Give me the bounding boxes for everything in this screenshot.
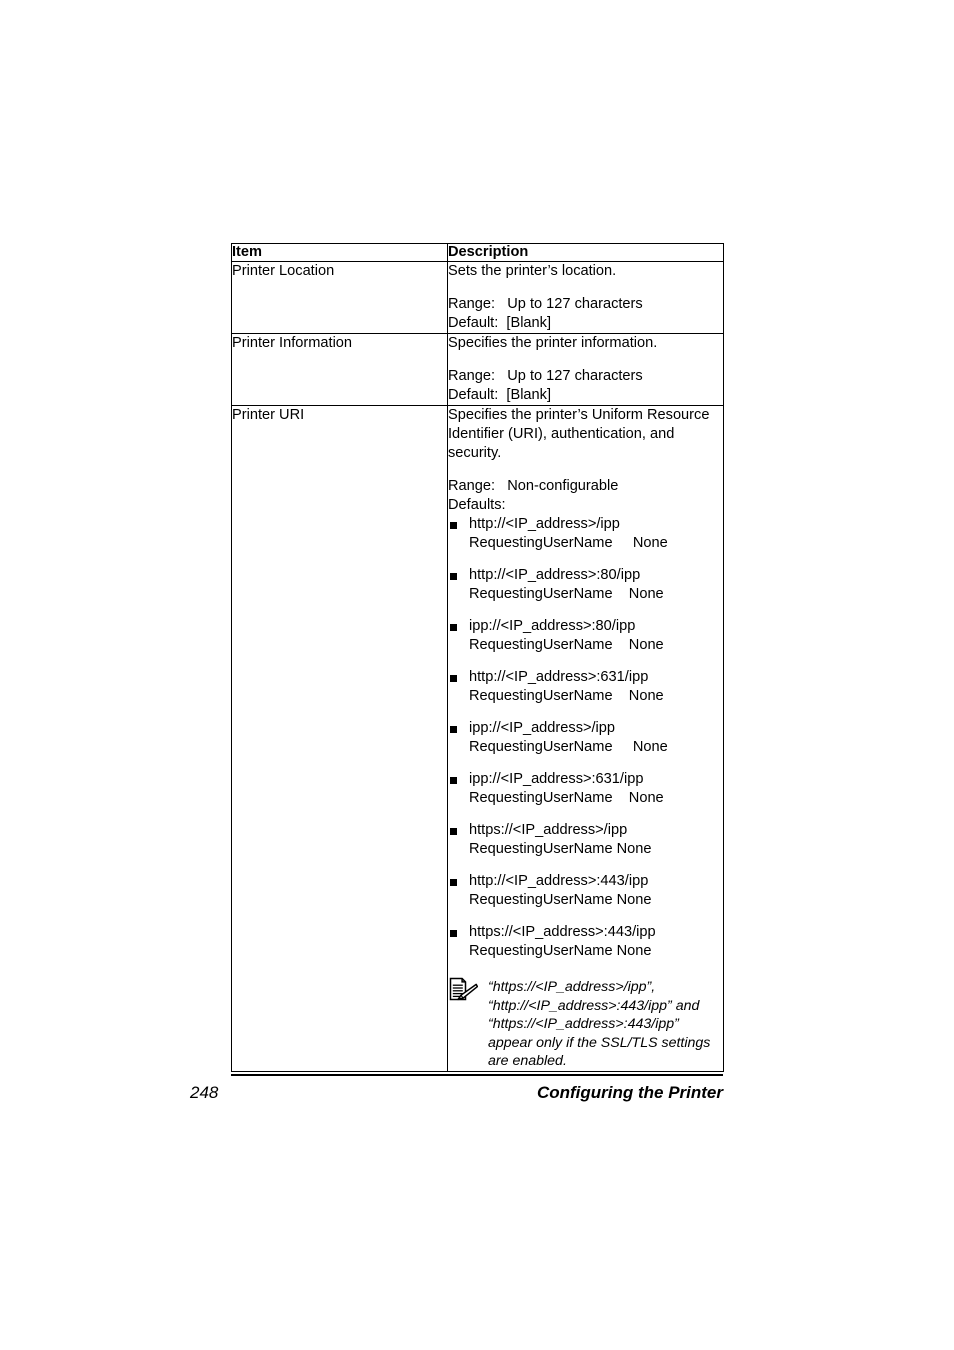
page-number: 248	[190, 1083, 219, 1102]
item-name: Printer Information	[231, 333, 448, 406]
note-text: “https://<IP_address>/ipp”, “http://<IP_…	[488, 979, 711, 1070]
square-bullet-icon	[450, 777, 457, 784]
list-item: ipp://<IP_address>/ipp RequestingUserNam…	[448, 719, 723, 757]
table-row: Printer Location Sets the printer’s loca…	[231, 261, 724, 334]
document-page: Item Description Printer Location Sets t…	[0, 0, 954, 1350]
auth-value: RequestingUserName None	[469, 841, 652, 857]
item-description: Specifies the printer information. Range…	[447, 333, 724, 406]
uri-value: http://<IP_address>:443/ipp	[469, 873, 649, 889]
column-header-description: Description	[447, 243, 724, 262]
range-label: Range:	[448, 368, 496, 384]
item-name: Printer URI	[231, 405, 448, 1072]
square-bullet-icon	[450, 930, 457, 937]
square-bullet-icon	[450, 879, 457, 886]
range-default-block: Range: Non-configurable Defaults:	[448, 477, 723, 515]
item-description: Specifies the printer’s Uniform Resource…	[447, 405, 724, 1072]
range-label: Range:	[448, 296, 496, 312]
list-item: http://<IP_address>:443/ipp RequestingUs…	[448, 872, 723, 910]
range-default-block: Range: Up to 127 characters Default: [Bl…	[448, 295, 723, 333]
uri-value: ipp://<IP_address>/ipp	[469, 720, 616, 736]
auth-value: RequestingUserName None	[469, 943, 652, 959]
auth-value: RequestingUserName None	[469, 739, 668, 755]
default-label: Default:	[448, 315, 499, 331]
description-lead: Specifies the printer’s Uniform Resource…	[448, 407, 710, 461]
column-header-item: Item	[231, 243, 448, 262]
default-line: Default: [Blank]	[448, 386, 723, 405]
printer-settings-table: Item Description Printer Location Sets t…	[231, 243, 724, 1072]
square-bullet-icon	[450, 828, 457, 835]
table-row: Printer Information Specifies the printe…	[231, 333, 724, 406]
uri-value: ipp://<IP_address>:631/ipp	[469, 771, 644, 787]
default-label: Default:	[448, 387, 499, 403]
range-label: Range:	[448, 478, 496, 494]
range-line: Range: Up to 127 characters	[448, 295, 723, 314]
uri-defaults-list: http://<IP_address>/ipp RequestingUserNa…	[448, 515, 723, 961]
square-bullet-icon	[450, 624, 457, 631]
uri-value: ipp://<IP_address>:80/ipp	[469, 618, 636, 634]
description-lead: Sets the printer’s location.	[448, 263, 617, 279]
auth-value: RequestingUserName None	[469, 586, 664, 602]
list-item: http://<IP_address>:80/ipp RequestingUse…	[448, 566, 723, 604]
range-default-block: Range: Up to 127 characters Default: [Bl…	[448, 367, 723, 405]
default-value: [Blank]	[506, 315, 552, 331]
auth-value: RequestingUserName None	[469, 637, 664, 653]
note-document-pencil-icon	[448, 977, 479, 1003]
default-line: Default: [Blank]	[448, 314, 723, 333]
list-item: https://<IP_address>/ipp RequestingUserN…	[448, 821, 723, 859]
uri-value: https://<IP_address>/ipp	[469, 822, 628, 838]
square-bullet-icon	[450, 675, 457, 682]
square-bullet-icon	[450, 522, 457, 529]
footer-section-title: Configuring the Printer	[536, 1083, 723, 1102]
auth-value: RequestingUserName None	[469, 535, 668, 551]
uri-value: http://<IP_address>/ipp	[469, 516, 620, 532]
square-bullet-icon	[450, 573, 457, 580]
description-lead: Specifies the printer information.	[448, 335, 658, 351]
auth-value: RequestingUserName None	[469, 790, 664, 806]
uri-value: https://<IP_address>:443/ipp	[469, 924, 656, 940]
range-line: Range: Non-configurable	[448, 477, 723, 496]
item-description: Sets the printer’s location. Range: Up t…	[447, 261, 724, 334]
list-item: https://<IP_address>:443/ipp RequestingU…	[448, 923, 723, 961]
range-value: Up to 127 characters	[507, 296, 643, 312]
auth-value: RequestingUserName None	[469, 892, 652, 908]
range-value: Up to 127 characters	[507, 368, 643, 384]
list-item: http://<IP_address>:631/ipp RequestingUs…	[448, 668, 723, 706]
note-callout: “https://<IP_address>/ipp”, “http://<IP_…	[448, 977, 723, 1071]
list-item: ipp://<IP_address>:631/ipp RequestingUse…	[448, 770, 723, 808]
default-value: [Blank]	[506, 387, 552, 403]
page-footer: 248 Configuring the Printer	[190, 1083, 723, 1103]
list-item: ipp://<IP_address>:80/ipp RequestingUser…	[448, 617, 723, 655]
auth-value: RequestingUserName None	[469, 688, 664, 704]
table-header-row: Item Description	[231, 243, 724, 262]
uri-value: http://<IP_address>:80/ipp	[469, 567, 641, 583]
footer-divider	[231, 1074, 723, 1076]
range-line: Range: Up to 127 characters	[448, 367, 723, 386]
defaults-label: Defaults:	[448, 497, 506, 513]
range-value: Non-configurable	[507, 478, 619, 494]
list-item: http://<IP_address>/ipp RequestingUserNa…	[448, 515, 723, 553]
uri-value: http://<IP_address>:631/ipp	[469, 669, 649, 685]
square-bullet-icon	[450, 726, 457, 733]
table-row: Printer URI Specifies the printer’s Unif…	[231, 405, 724, 1072]
item-name: Printer Location	[231, 261, 448, 334]
